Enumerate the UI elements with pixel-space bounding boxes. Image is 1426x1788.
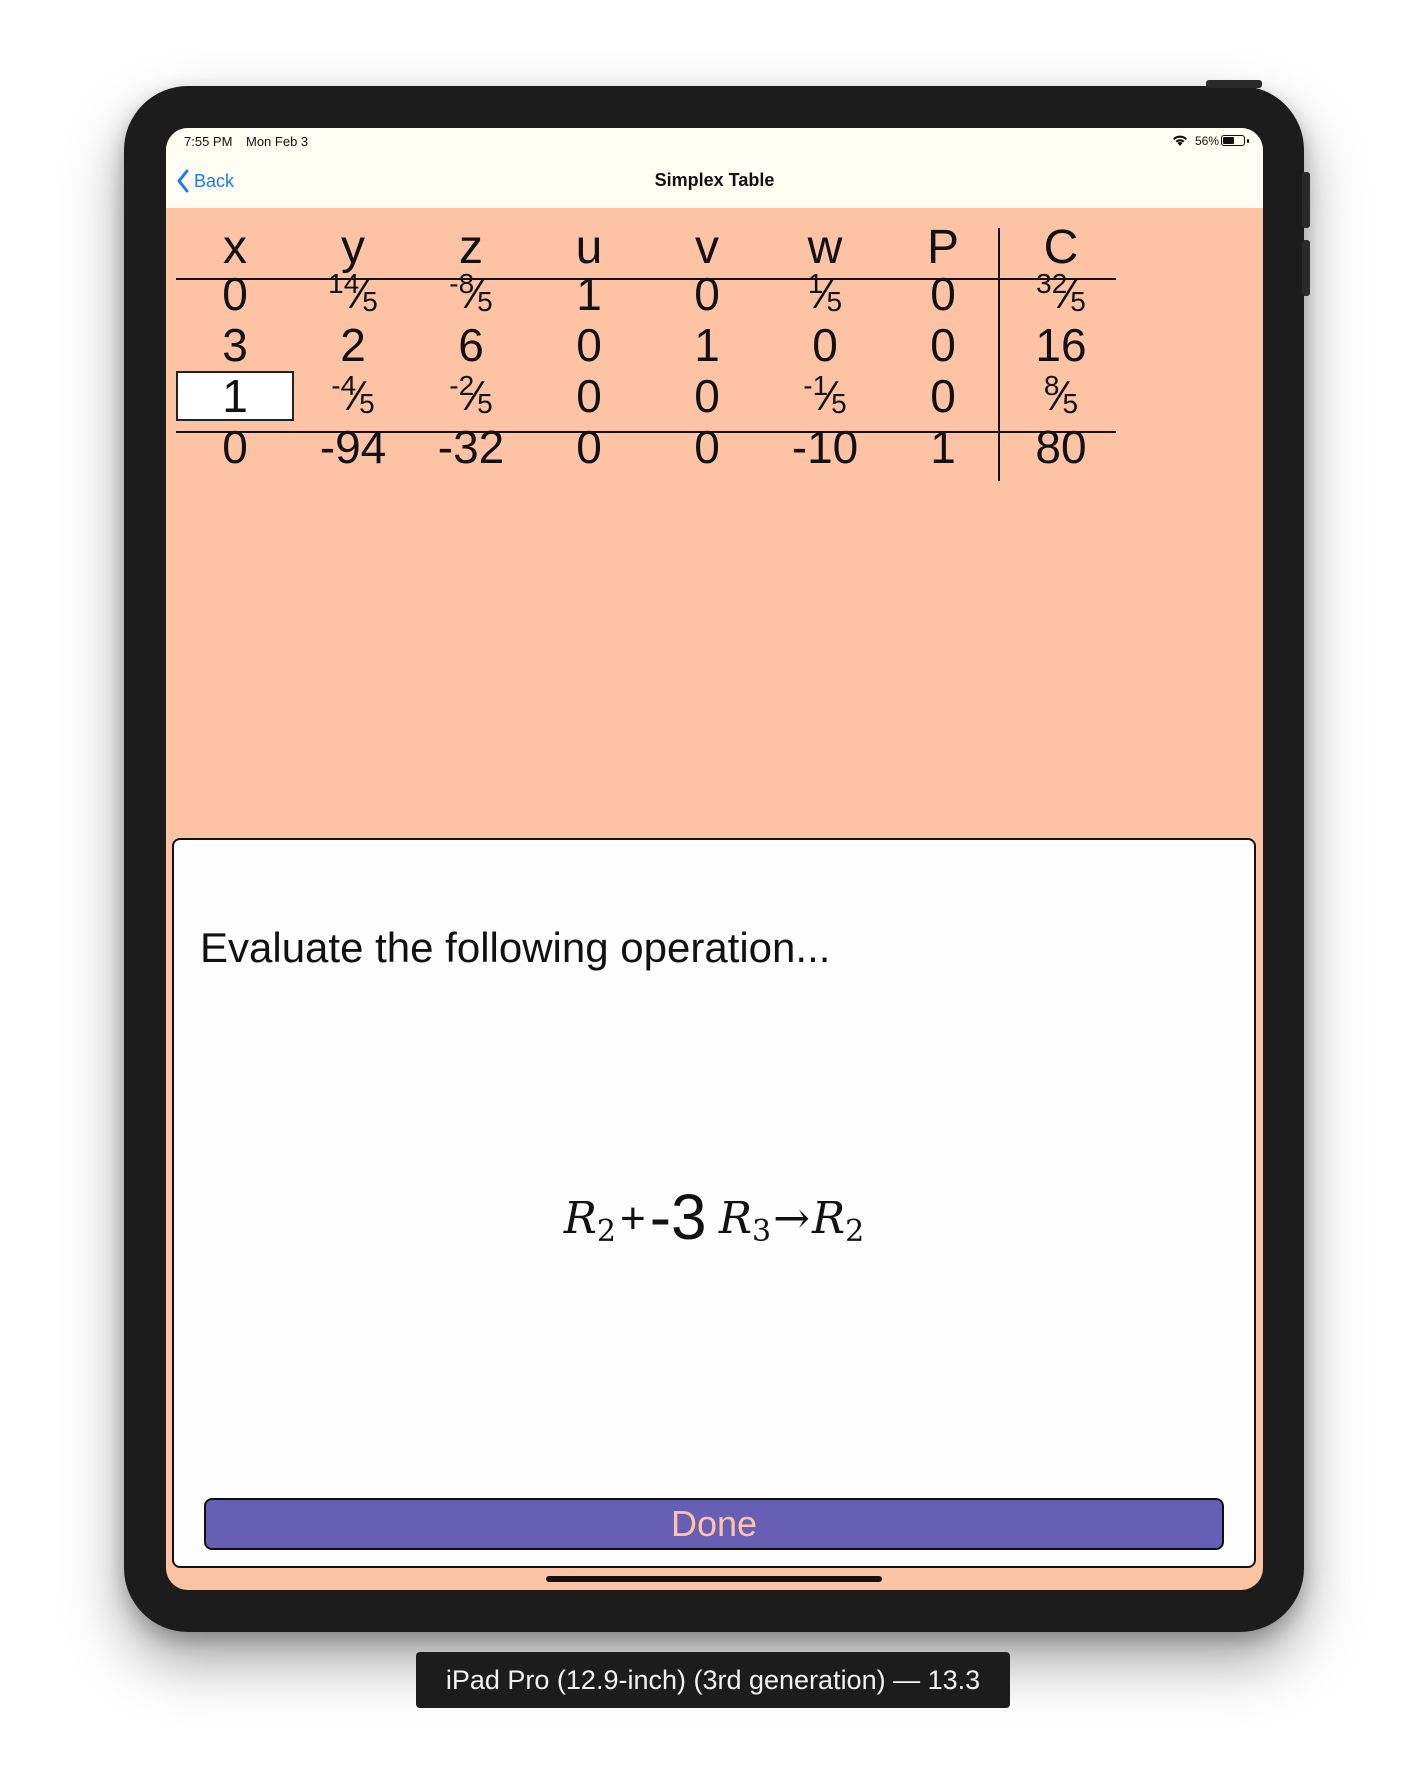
column-header-5: w <box>807 220 843 274</box>
volume-up-button <box>1302 172 1310 228</box>
home-indicator[interactable] <box>546 1576 882 1582</box>
simplex-tableau: x y z u v w P C 0 14 ⁄ 5 -8 ⁄ 5 1 0 1 ⁄ 5 0 32 ⁄ 5 3 2 6 0 1 0 0 16 1 -4 ⁄… <box>176 218 1251 518</box>
operation-prompt: Evaluate the following operation... <box>200 924 831 971</box>
tableau-cell[interactable]: -2 ⁄ 5 <box>412 370 530 421</box>
source-row-var: R <box>718 1193 752 1244</box>
result-row-var: R <box>811 1193 846 1244</box>
tableau-cell[interactable]: -32 <box>412 421 530 473</box>
done-button[interactable]: Done <box>204 1498 1224 1550</box>
tableau-cell[interactable]: 0 <box>884 268 1002 320</box>
volume-down-button <box>1302 240 1310 296</box>
fraction-denominator: 5 <box>359 388 375 419</box>
fraction-denominator: 5 <box>1070 286 1086 317</box>
battery-percentage: 56% <box>1194 134 1219 148</box>
fraction-denominator: 5 <box>1062 388 1079 419</box>
battery-icon <box>1221 135 1249 146</box>
row-scalar: -3 <box>649 1181 707 1253</box>
fraction-denominator: 5 <box>826 286 843 317</box>
tableau-cell[interactable]: -4 ⁄ 5 <box>294 370 412 421</box>
page-title: Simplex Table <box>654 170 775 190</box>
tableau-cell[interactable]: 1 <box>884 421 1002 473</box>
wifi-icon <box>1173 135 1187 146</box>
fraction-numerator: -1 <box>803 370 829 401</box>
tableau-cell[interactable]: -1 ⁄ 5 <box>766 370 884 421</box>
fraction-numerator: -2 <box>449 370 475 401</box>
tableau-cell[interactable]: 1 <box>530 268 648 320</box>
tableau-cell[interactable]: 14 ⁄ 5 <box>294 268 412 319</box>
tableau-cell[interactable]: 0 <box>766 319 884 371</box>
tableau-cell[interactable]: 1 <box>176 370 294 422</box>
tableau-cell[interactable]: 0 <box>530 319 648 371</box>
tableau-cell[interactable]: 1 ⁄ 5 <box>766 268 884 319</box>
simulator-device-label: iPad Pro (12.9-inch) (3rd generation) — … <box>416 1652 1010 1708</box>
status-time: 7:55 PM <box>184 134 233 149</box>
navigation-bar: 7:55 PM Mon Feb 3 56% Back Simplex Table <box>166 128 1263 208</box>
tableau-cell[interactable]: -8 ⁄ 5 <box>412 268 530 319</box>
tableau-cell[interactable]: 6 <box>412 319 530 371</box>
fraction-numerator: 14 <box>328 268 360 299</box>
fraction-numerator: -8 <box>449 268 475 299</box>
tableau-cell[interactable]: -10 <box>766 421 884 473</box>
fraction-denominator: 5 <box>477 286 493 317</box>
target-row-index: 2 <box>596 1214 617 1249</box>
operation-panel: Evaluate the following operation... R2+-… <box>172 838 1256 1568</box>
result-row-index: 2 <box>845 1214 865 1249</box>
tableau-cell[interactable]: 0 <box>884 370 1002 422</box>
app-screen: 7:55 PM Mon Feb 3 56% Back Simplex Table… <box>166 128 1263 1590</box>
tableau-cell[interactable]: 8 ⁄ 5 <box>1002 370 1120 421</box>
fraction-numerator: 8 <box>1043 370 1060 401</box>
tableau-cell[interactable]: 0 <box>884 319 1002 371</box>
fraction-numerator: 32 <box>1036 268 1068 299</box>
top-button <box>1206 80 1262 88</box>
tableau-cell[interactable]: 80 <box>1002 421 1120 473</box>
tableau-cell[interactable]: 0 <box>176 268 294 320</box>
row-operation-equation: R2+-3 R3→R2 <box>174 1180 1254 1254</box>
fraction-denominator: 5 <box>831 388 847 419</box>
fraction-numerator: -4 <box>331 370 357 401</box>
tableau-cell[interactable]: 0 <box>530 370 648 422</box>
tableau-cell[interactable]: 16 <box>1002 319 1120 371</box>
fraction-denominator: 5 <box>362 286 378 317</box>
fraction-denominator: 5 <box>477 388 493 419</box>
source-row-index: 3 <box>752 1214 772 1249</box>
target-row-var: R <box>563 1193 597 1244</box>
tableau-cell[interactable]: 0 <box>648 370 766 422</box>
arrow-icon: → <box>773 1193 810 1244</box>
tableau-cell[interactable]: 1 <box>648 319 766 371</box>
fraction-numerator: 1 <box>807 268 824 299</box>
tableau-cell[interactable]: -94 <box>294 421 412 473</box>
tableau-cell[interactable]: 3 <box>176 319 294 371</box>
tableau-cell[interactable]: 0 <box>648 421 766 473</box>
plus-sign: + <box>620 1194 646 1243</box>
tableau-cell[interactable]: 2 <box>294 319 412 371</box>
tableau-cell[interactable]: 32 ⁄ 5 <box>1002 268 1120 319</box>
status-date: Mon Feb 3 <box>246 134 309 149</box>
tableau-cell[interactable]: 0 <box>530 421 648 473</box>
tableau-cell[interactable]: 0 <box>176 421 294 473</box>
tableau-cell[interactable]: 0 <box>648 268 766 320</box>
